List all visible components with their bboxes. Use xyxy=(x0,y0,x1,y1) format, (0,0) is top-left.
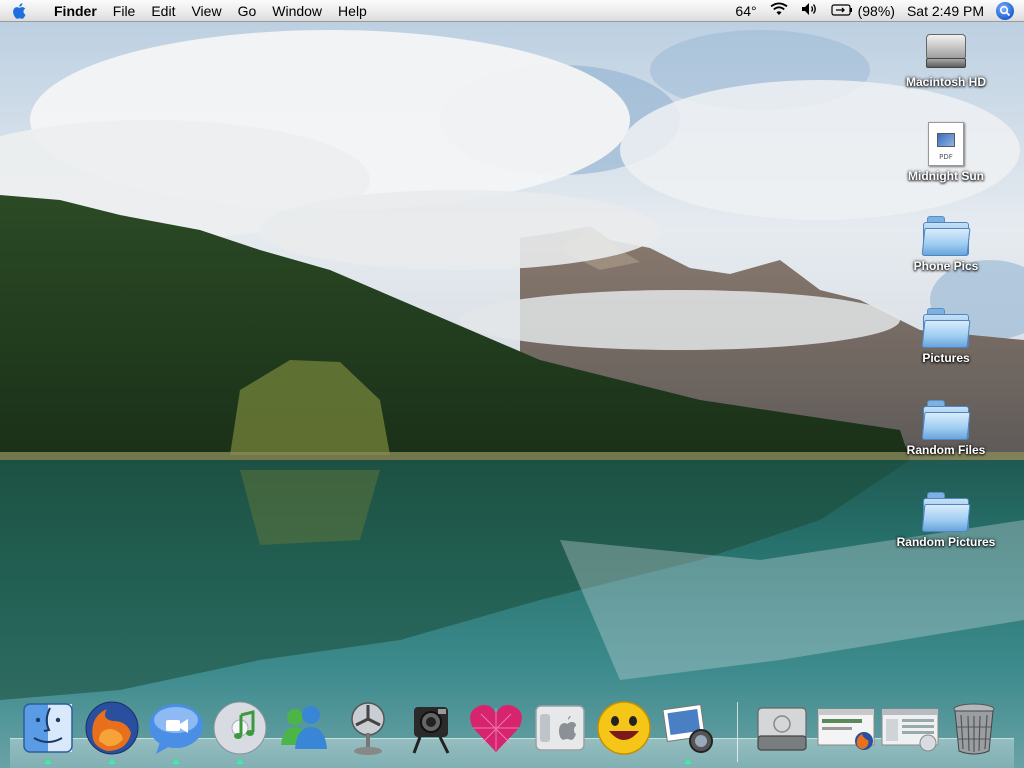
running-indicator xyxy=(684,759,692,764)
temperature-readout[interactable]: 64° xyxy=(735,3,756,19)
trash-icon xyxy=(953,703,995,755)
hard-drive-icon xyxy=(924,30,968,72)
desktop-icon-midnight-sun[interactable]: PDF Midnight Sun xyxy=(886,122,1006,183)
folder-icon xyxy=(921,400,971,440)
pdf-file-icon: PDF xyxy=(928,122,964,166)
camera-robot-icon xyxy=(412,707,450,754)
wifi-icon[interactable] xyxy=(769,2,789,19)
dock-item-iphoto[interactable] xyxy=(658,696,718,764)
volume-icon[interactable] xyxy=(801,2,819,19)
menu-view[interactable]: View xyxy=(183,0,229,22)
dock-item-switch[interactable] xyxy=(530,696,590,760)
dock-item-heart[interactable] xyxy=(466,696,526,760)
desktop-icon-phone-pics[interactable]: Phone Pics xyxy=(886,216,1006,273)
desktop-icon-label: Random Pictures xyxy=(896,535,996,549)
menu-clock[interactable]: Sat 2:49 PM xyxy=(907,3,984,19)
menu-window[interactable]: Window xyxy=(264,0,330,22)
folder-icon xyxy=(921,308,971,348)
menu-extras: 64° (98%) Sat 2:49 PM xyxy=(729,0,1024,22)
dock-item-trash[interactable] xyxy=(944,696,1004,760)
running-indicator xyxy=(236,759,244,764)
apple-switch-icon xyxy=(535,705,585,751)
pdf-badge: PDF xyxy=(939,153,953,161)
running-indicator xyxy=(108,759,116,764)
dock-separator xyxy=(737,702,738,762)
finder-icon xyxy=(23,703,73,753)
desktop-icon-pictures[interactable]: Pictures xyxy=(886,308,1006,365)
apple-logo-icon[interactable] xyxy=(0,0,40,22)
dock-item-itunes[interactable] xyxy=(210,696,270,764)
heart-icon xyxy=(470,705,522,752)
dock xyxy=(0,694,1024,768)
spotlight-search-icon[interactable] xyxy=(996,1,1014,20)
dock-item-firefox-window[interactable] xyxy=(816,696,876,760)
dock-item-macintosh-hd[interactable] xyxy=(752,696,812,760)
firefox-icon xyxy=(85,701,139,755)
desktop-icon-label: Random Files xyxy=(906,443,986,457)
folder-icon xyxy=(921,216,971,256)
desktop-icon-label: Pictures xyxy=(922,351,970,365)
battery-percent: (98%) xyxy=(857,2,895,19)
dock-item-yahoo-messenger[interactable] xyxy=(594,696,654,760)
battery-icon xyxy=(830,3,853,19)
firefox-window-icon xyxy=(817,708,875,750)
dock-item-itunes-window[interactable] xyxy=(880,696,940,760)
itunes-icon xyxy=(213,701,267,755)
itunes-window-icon xyxy=(881,708,939,752)
dock-item-fan[interactable] xyxy=(338,696,398,760)
running-indicator xyxy=(172,759,180,764)
menu-edit[interactable]: Edit xyxy=(143,0,183,22)
folder-icon xyxy=(921,492,971,532)
menu-finder[interactable]: Finder xyxy=(40,0,105,22)
menu-go[interactable]: Go xyxy=(230,0,265,22)
desktop-wallpaper xyxy=(0,0,1024,768)
fan-icon xyxy=(351,702,385,755)
dock-item-camera-robot[interactable] xyxy=(402,696,462,760)
desktop-icon-macintosh-hd[interactable]: Macintosh HD xyxy=(886,30,1006,89)
dock-item-finder[interactable] xyxy=(18,696,78,764)
dock-hard-drive-icon xyxy=(757,707,807,751)
yahoo-messenger-icon xyxy=(597,701,651,755)
running-indicator xyxy=(44,759,52,764)
dock-item-msn-messenger[interactable] xyxy=(274,696,334,760)
desktop-icon-label: Phone Pics xyxy=(913,259,979,273)
iphoto-icon xyxy=(662,703,713,753)
desktop-icon-label: Midnight Sun xyxy=(908,169,984,183)
menu-file[interactable]: File xyxy=(105,0,144,22)
battery-status[interactable]: (98%) xyxy=(830,2,895,19)
ichat-icon xyxy=(149,704,203,754)
dock-item-firefox[interactable] xyxy=(82,696,142,764)
desktop-icon-random-files[interactable]: Random Files xyxy=(886,400,1006,457)
desktop-icon-label: Macintosh HD xyxy=(905,75,986,89)
menu-help[interactable]: Help xyxy=(330,0,375,22)
desktop-icon-random-pictures[interactable]: Random Pictures xyxy=(886,492,1006,549)
menu-bar: Finder File Edit View Go Window Help 64° xyxy=(0,0,1024,22)
dock-item-ichat[interactable] xyxy=(146,696,206,764)
msn-messenger-icon xyxy=(281,706,327,749)
